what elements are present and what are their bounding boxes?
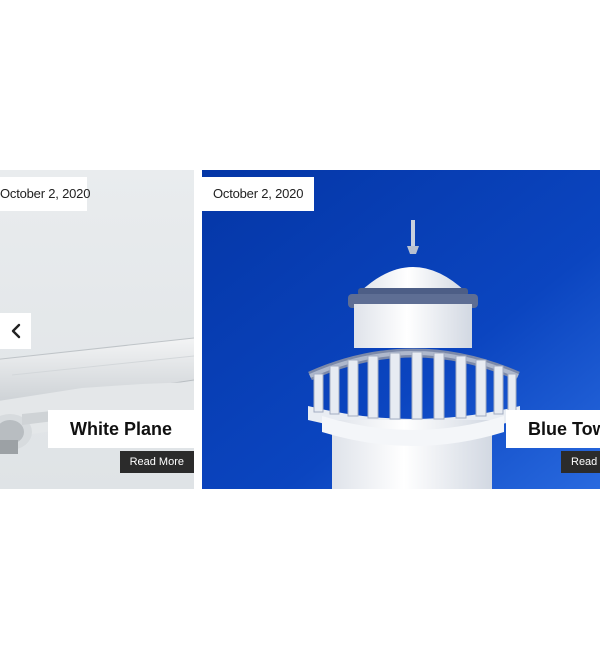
post-title[interactable]: Blue Tower bbox=[506, 410, 600, 448]
carousel-slide-blue-tower: October 2, 2020 Blue Tower Read More bbox=[202, 170, 600, 489]
chevron-left-icon bbox=[11, 323, 20, 339]
read-more-button[interactable]: Read More bbox=[561, 451, 600, 473]
read-more-button[interactable]: Read More bbox=[119, 451, 194, 473]
post-date: October 2, 2020 bbox=[0, 177, 90, 211]
post-date: October 2, 2020 bbox=[202, 177, 315, 211]
carousel-prev-button[interactable] bbox=[0, 313, 31, 349]
post-carousel: October 2, 2020 White Plane Read More Oc… bbox=[0, 170, 600, 489]
post-title[interactable]: White Plane bbox=[47, 410, 194, 448]
